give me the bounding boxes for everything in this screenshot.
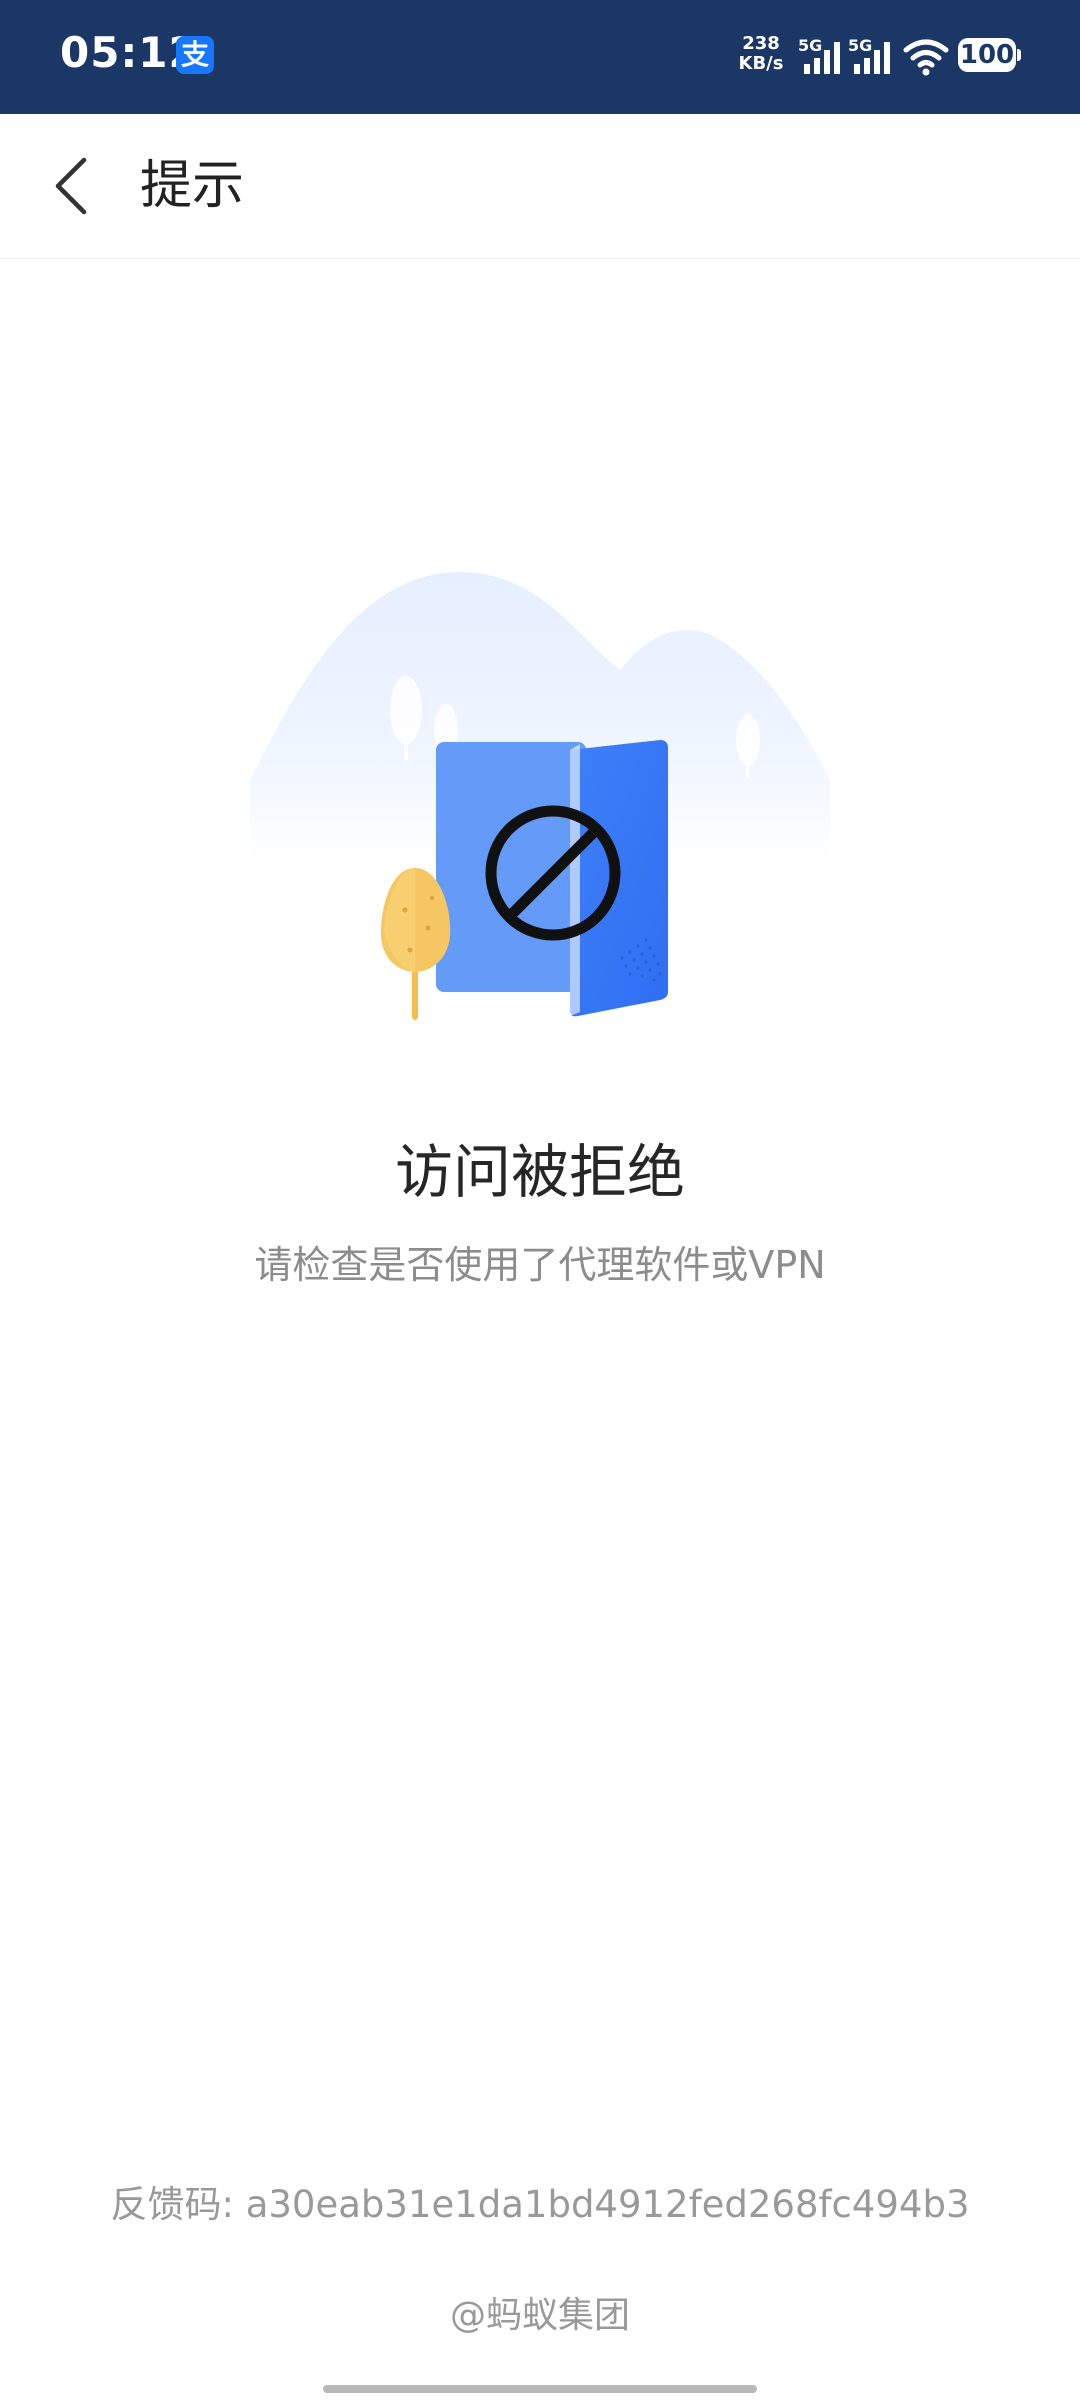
- battery-cap: [1017, 49, 1021, 61]
- error-subtitle: 请检查是否使用了代理软件或VPN: [254, 1243, 826, 1287]
- feedback-code: 反馈码: a30eab31e1da1bd4912fed268fc494b3: [110, 2183, 970, 2226]
- network-speed-value: 238: [742, 33, 780, 54]
- cellular-signal-1: 5G: [798, 36, 844, 76]
- yellow-tree: [380, 868, 451, 1020]
- signal-bars-icon: [804, 42, 840, 74]
- access-denied-page: 05:12 支 238 KB/s 5G 5G 100 提示 访问被拒绝 请检查是…: [0, 0, 1080, 2400]
- access-denied-illustration: [250, 572, 830, 1020]
- status-bar: 05:12 支 238 KB/s 5G 5G 100: [0, 0, 1080, 114]
- cellular-signal-2: 5G: [848, 36, 894, 76]
- home-indicator[interactable]: [323, 2385, 757, 2393]
- page-title: 提示: [140, 156, 245, 216]
- signal-bars-icon: [854, 42, 890, 74]
- network-speed-unit: KB/s: [738, 53, 784, 74]
- back-button[interactable]: [40, 150, 112, 222]
- network-speed: 238 KB/s: [735, 34, 787, 74]
- footer-brand: @蚂蚁集团: [449, 2295, 630, 2336]
- chevron-left-icon: [55, 157, 87, 215]
- wifi-icon: [903, 39, 949, 76]
- page-header: 提示: [0, 114, 1080, 259]
- alipay-notification-icon: 支: [176, 36, 214, 74]
- battery-indicator: 100: [958, 38, 1016, 72]
- error-title: 访问被拒绝: [394, 1138, 685, 1206]
